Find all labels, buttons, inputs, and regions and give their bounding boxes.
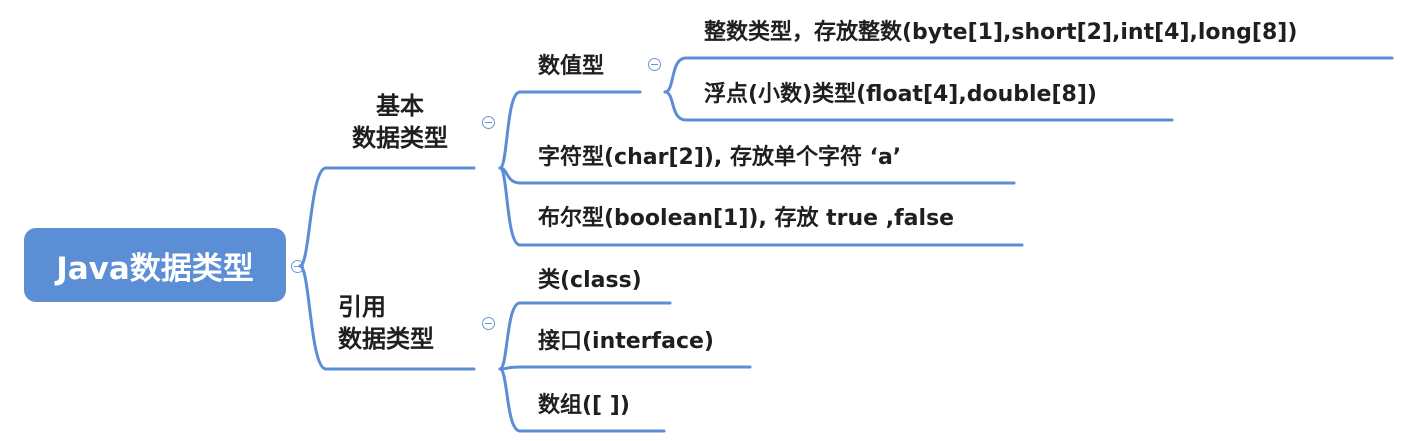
node-numeric[interactable]: 数值型 xyxy=(538,52,604,82)
branch-reference-types[interactable]: 引用 数据类型 xyxy=(336,291,466,355)
node-array[interactable]: 数组([ ]) xyxy=(538,391,630,421)
mind-map: Java数据类型 基本 数据类型 数值型 整数类型，存放整数(byte[1],s… xyxy=(0,0,1408,441)
node-interface[interactable]: 接口(interface) xyxy=(538,327,714,357)
collapse-root-icon[interactable] xyxy=(291,260,304,273)
connector-numeric-float xyxy=(663,90,688,122)
collapse-numeric-icon[interactable] xyxy=(648,58,661,71)
connector-root-basic xyxy=(298,166,328,268)
branch-basic-line1: 基本 xyxy=(376,92,424,120)
node-numeric-label: 数值型 xyxy=(538,54,605,79)
node-class[interactable]: 类(class) xyxy=(538,266,642,296)
collapse-reference-icon[interactable] xyxy=(482,317,495,330)
root-label: Java数据类型 xyxy=(56,250,254,287)
node-float-label: 浮点(小数)类型(float[4],double[8]) xyxy=(704,82,1097,107)
node-array-label: 数组([ ]) xyxy=(538,393,630,418)
node-interface-label: 接口(interface) xyxy=(538,329,714,354)
branch-reference-line2: 数据类型 xyxy=(338,325,434,353)
node-integer-label: 整数类型，存放整数(byte[1],short[2],int[4],long[8… xyxy=(704,20,1298,45)
branch-reference-line1: 引用 xyxy=(338,293,386,321)
node-boolean[interactable]: 布尔型(boolean[1]), 存放 true ,false xyxy=(538,204,954,234)
node-integer[interactable]: 整数类型，存放整数(byte[1],short[2],int[4],long[8… xyxy=(704,18,1297,48)
connector-basic-numeric xyxy=(498,90,522,170)
node-class-label: 类(class) xyxy=(538,268,642,293)
root-node[interactable]: Java数据类型 xyxy=(24,228,286,302)
node-boolean-label: 布尔型(boolean[1]), 存放 true ,false xyxy=(538,206,955,231)
node-float[interactable]: 浮点(小数)类型(float[4],double[8]) xyxy=(704,80,1097,110)
node-char-label: 字符型(char[2]), 存放单个字符 ‘a’ xyxy=(538,145,902,170)
connector-ref-array xyxy=(498,367,522,433)
connector-root-reference xyxy=(298,264,328,371)
branch-basic-types[interactable]: 基本 数据类型 xyxy=(336,90,464,154)
connector-numeric-integer xyxy=(663,56,688,94)
branch-basic-line2: 数据类型 xyxy=(352,124,448,152)
node-char[interactable]: 字符型(char[2]), 存放单个字符 ‘a’ xyxy=(538,143,901,173)
collapse-basic-icon[interactable] xyxy=(482,116,495,129)
connector-ref-class xyxy=(498,301,522,371)
